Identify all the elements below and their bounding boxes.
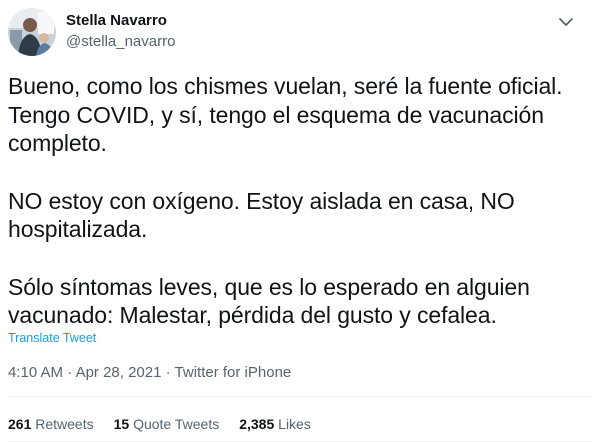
likes-stat[interactable]: 2,385 Likes	[239, 414, 311, 434]
display-name[interactable]: Stella Navarro	[66, 11, 175, 31]
meta-separator: ·	[161, 364, 175, 381]
divider	[8, 396, 592, 397]
engagement-stats: 261 Retweets 15 Quote Tweets 2,385 Likes	[8, 414, 331, 434]
user-handle[interactable]: @stella_navarro	[66, 32, 175, 52]
avatar[interactable]	[8, 8, 56, 56]
tweet-text: Bueno, como los chismes vuelan, seré la …	[8, 72, 588, 330]
retweets-count: 261	[8, 416, 32, 432]
tweet-metadata: 4:10 AM · Apr 28, 2021 · Twitter for iPh…	[8, 363, 291, 383]
tweet-time[interactable]: 4:10 AM	[8, 364, 63, 381]
meta-separator: ·	[63, 364, 76, 381]
user-info: Stella Navarro @stella_navarro	[66, 11, 175, 52]
more-options-button[interactable]	[552, 10, 580, 34]
tweet-paragraph: Bueno, como los chismes vuelan, seré la …	[8, 73, 563, 156]
likes-label: Likes	[278, 416, 311, 432]
quote-tweets-label: Quote Tweets	[133, 416, 220, 432]
tweet-date[interactable]: Apr 28, 2021	[76, 364, 162, 381]
translate-tweet-link[interactable]: Translate Tweet	[8, 330, 96, 346]
profile-photo-icon	[8, 8, 56, 56]
tweet-source[interactable]: Twitter for iPhone	[175, 364, 292, 381]
likes-count: 2,385	[239, 416, 275, 432]
quote-tweets-stat[interactable]: 15 Quote Tweets	[114, 414, 220, 434]
chevron-down-icon	[559, 18, 573, 26]
retweets-stat[interactable]: 261 Retweets	[8, 414, 94, 434]
tweet-paragraph: NO estoy con oxígeno. Estoy aislada en c…	[8, 187, 515, 243]
quote-tweets-count: 15	[113, 416, 130, 432]
retweets-label: Retweets	[35, 416, 94, 432]
tweet-paragraph: Sólo síntomas leves, que es lo esperado …	[8, 273, 530, 329]
tweet-card: Stella Navarro @stella_navarro Bueno, co…	[0, 0, 599, 442]
